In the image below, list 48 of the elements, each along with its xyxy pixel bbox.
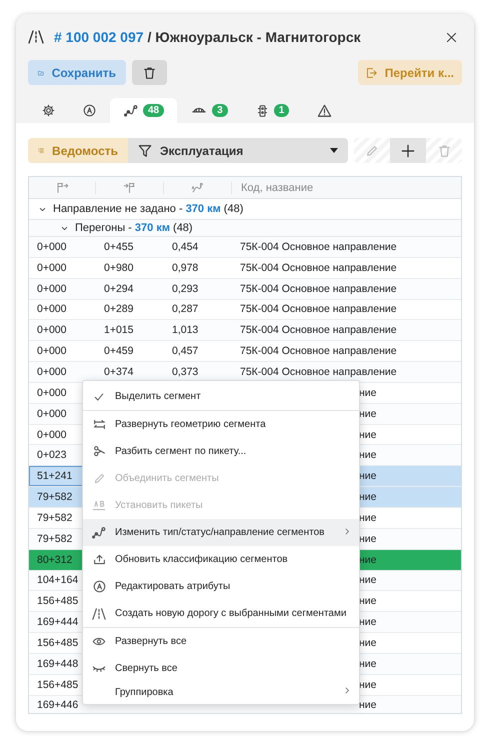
table-cell-text: 0+023	[36, 449, 68, 462]
table-cell-text: 79+582	[36, 491, 74, 504]
table-cell-text: 1,013	[171, 324, 200, 336]
table-cell-text: 169+444	[36, 616, 80, 628]
table-cell-text: 169+448	[36, 658, 80, 670]
table-cell-text: 104+164	[36, 574, 80, 586]
table-cell-text: 0+980	[103, 262, 134, 274]
table-cell-text: 0+455	[103, 240, 134, 253]
table-cell-text: 0,457	[171, 345, 200, 358]
table-cell-text: 0+000	[36, 366, 68, 378]
table-cell-text: 79+582	[36, 512, 74, 524]
table-cell-text: 0,373	[171, 366, 200, 378]
window-title: / Южноуральск - Магнитогорск	[148, 29, 361, 45]
table-cell-text: 156+485	[36, 678, 80, 691]
table-cell-text: 0+000	[36, 282, 68, 295]
table-cell-text: 75К-004 Основное направление	[239, 303, 398, 316]
table-cell-text: 75К-004 Основное направление	[239, 240, 398, 253]
table-cell-text: 79+582	[36, 532, 74, 545]
table-cell-text: 0+000	[36, 240, 68, 253]
table-cell-text: 169+446	[36, 699, 80, 712]
table-cell-text: 75К-004 Основное направление	[239, 282, 398, 295]
table-cell-text: 75К-004 Основное направление	[239, 345, 398, 358]
count-badge: 48	[143, 104, 164, 117]
table-cell-text: 0,454	[171, 240, 200, 253]
table-cell-text: 0+000	[36, 386, 68, 399]
table-cell: ние	[359, 699, 377, 712]
table-cell-text: 0+459	[103, 345, 134, 358]
table-cell-text: 75К-004 Основное направление	[239, 324, 398, 336]
table-cell-text: 0+000	[36, 345, 68, 358]
table-cell-text: 1+015	[103, 324, 134, 336]
table-cell-text: 0+000	[36, 324, 68, 336]
count-badge: 3	[212, 104, 228, 117]
table-cell-text: 80+312	[36, 554, 74, 566]
table-cell-text: 75К-004 Основное направление	[239, 366, 398, 378]
table-cell-text: 0+289	[103, 303, 134, 316]
table-cell-text: 75К-004 Основное направление	[239, 262, 398, 274]
table-cell-text: 0+000	[36, 408, 68, 420]
table-cell-text: 0+000	[36, 262, 68, 274]
table-cell-text: 0+000	[36, 428, 68, 441]
table-cell-text: 0+000	[36, 303, 68, 316]
table-cell-text: 156+485	[36, 636, 80, 649]
table-cell-text: 0,293	[171, 282, 200, 295]
table-cell-text: 0,978	[171, 262, 200, 274]
table-cell-text: 0+374	[103, 366, 134, 378]
table-cell-text: 156+485	[36, 595, 80, 608]
count-badge: 1	[274, 104, 290, 117]
table-cell-text: 0+294	[103, 282, 134, 295]
table-cell-text: 0,287	[171, 303, 200, 316]
